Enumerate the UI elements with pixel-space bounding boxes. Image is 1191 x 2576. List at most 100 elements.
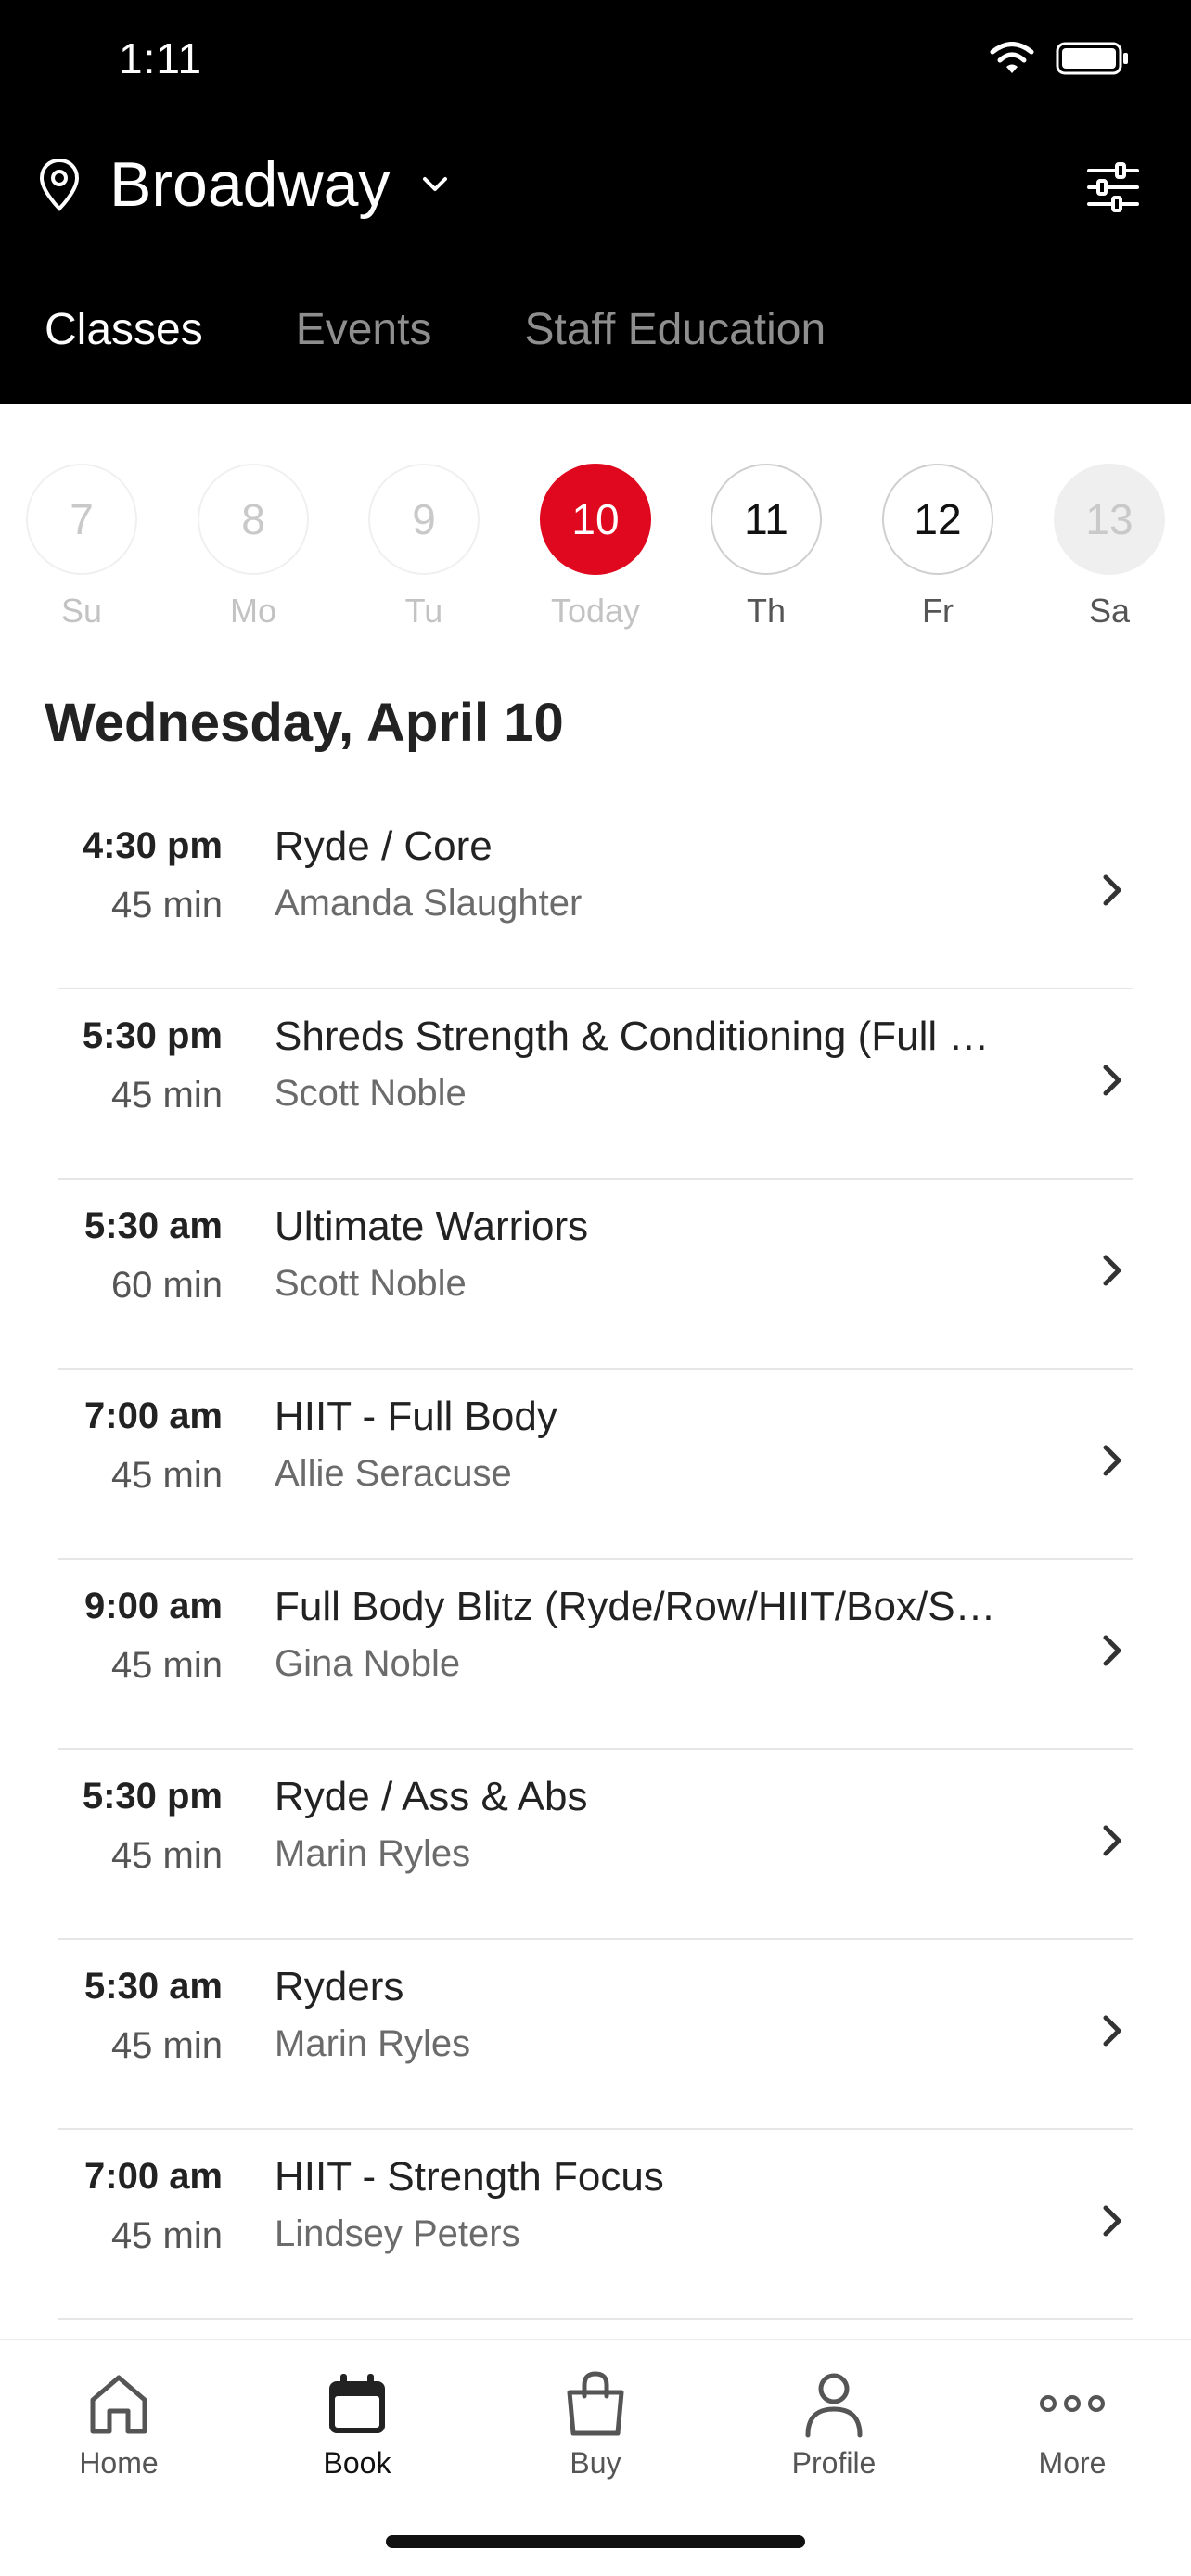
class-time: 5:30 am [84, 1966, 223, 2007]
class-row[interactable]: 5:30 pm 45 min Ryde / Ass & Abs Marin Ry… [0, 1750, 1191, 1940]
day-number: 10 [540, 464, 651, 575]
nav-more[interactable]: More [980, 2366, 1165, 2480]
shopping-bag-icon [567, 2371, 624, 2436]
home-icon [90, 2375, 147, 2434]
class-name: Shreds Strength & Conditioning (Full … [275, 1014, 990, 1059]
more-dots-icon [1040, 2395, 1105, 2412]
class-time: 7:00 am [84, 1396, 223, 1436]
nav-buy[interactable]: Buy [503, 2366, 688, 2480]
nav-home[interactable]: Home [26, 2366, 211, 2480]
class-name: Ryde / Ass & Abs [275, 1774, 588, 1819]
class-row[interactable]: 5:30 pm 45 min Shreds Strength & Conditi… [0, 989, 1191, 1180]
class-name: Full Body Blitz (Ryde/Row/HIIT/Box/S… [275, 1584, 996, 1629]
class-name: HIIT - Strength Focus [275, 2154, 664, 2200]
class-list: 4:30 pm 45 min Ryde / Core Amanda Slaugh… [0, 799, 1191, 2320]
class-time: 5:30 am [84, 1205, 223, 1246]
nav-label: Buy [570, 2446, 621, 2480]
class-time: 9:00 am [84, 1586, 223, 1626]
day-label: Today [550, 592, 641, 630]
nav-label: More [1038, 2446, 1107, 2480]
day-number: 7 [26, 464, 137, 575]
chevron-right-icon [1103, 1255, 1121, 1286]
class-row[interactable]: 7:00 am 45 min HIIT - Full Body Allie Se… [0, 1370, 1191, 1560]
nav-book[interactable]: Book [264, 2366, 450, 2480]
class-instructor: Amanda Slaughter [275, 883, 583, 924]
nav-label: Home [79, 2446, 159, 2480]
battery-icon [1056, 42, 1128, 75]
class-duration: 45 min [110, 2215, 223, 2256]
filter-sliders-icon[interactable] [1085, 159, 1141, 215]
home-indicator [386, 2535, 805, 2548]
chevron-right-icon [1103, 1445, 1121, 1476]
class-time: 5:30 pm [82, 1015, 223, 1056]
class-row[interactable]: 5:30 am 45 min Ryders Marin Ryles [0, 1940, 1191, 2130]
class-row[interactable]: 7:00 am 45 min HIIT - Strength Focus Lin… [0, 2130, 1191, 2320]
class-instructor: Scott Noble [275, 1263, 467, 1304]
day-friday[interactable]: 12 Fr [881, 464, 994, 631]
class-row[interactable]: 5:30 am 60 min Ultimate Warriors Scott N… [0, 1180, 1191, 1370]
class-duration: 45 min [110, 1645, 223, 1686]
location-name: Broadway [109, 149, 391, 220]
tab-bar: Classes Events Staff Education [45, 304, 826, 355]
day-thursday[interactable]: 11 Th [710, 464, 823, 631]
day-saturday[interactable]: 13 Sa [1053, 464, 1166, 631]
chevron-right-icon [1103, 1635, 1121, 1666]
class-instructor: Scott Noble [275, 1073, 467, 1114]
person-icon [805, 2373, 863, 2438]
wifi-icon [990, 42, 1034, 73]
class-duration: 60 min [110, 1265, 223, 1306]
day-sunday[interactable]: 7 Su [25, 464, 138, 631]
tab-classes[interactable]: Classes [45, 304, 203, 355]
day-number: 12 [882, 464, 993, 575]
day-label: Tu [404, 592, 443, 630]
nav-profile[interactable]: Profile [741, 2366, 927, 2480]
class-time: 5:30 pm [82, 1776, 223, 1817]
top-header: 1:11 Broadway Classes Events Staff Educa… [0, 0, 1191, 404]
day-label: Fr [922, 592, 954, 630]
week-strip: 7 Su 8 Mo 9 Tu 10 Today 11 Th 12 Fr 13 S… [0, 464, 1191, 631]
class-instructor: Marin Ryles [275, 2023, 471, 2064]
class-duration: 45 min [110, 1455, 223, 1496]
class-duration: 45 min [110, 1835, 223, 1876]
day-number: 8 [198, 464, 309, 575]
class-instructor: Gina Noble [275, 1643, 461, 1684]
class-row[interactable]: 4:30 pm 45 min Ryde / Core Amanda Slaugh… [0, 799, 1191, 989]
chevron-right-icon [1103, 874, 1121, 906]
class-time: 4:30 pm [82, 825, 223, 866]
day-label: Su [60, 592, 103, 630]
class-instructor: Marin Ryles [275, 1833, 471, 1874]
day-monday[interactable]: 8 Mo [197, 464, 310, 631]
class-name: Ultimate Warriors [275, 1204, 589, 1249]
class-duration: 45 min [110, 2025, 223, 2066]
map-pin-icon [39, 158, 80, 211]
class-instructor: Lindsey Peters [275, 2213, 520, 2254]
status-time: 1:11 [119, 34, 203, 83]
date-heading: Wednesday, April 10 [45, 693, 564, 753]
class-instructor: Allie Seracuse [275, 1453, 512, 1494]
day-tuesday[interactable]: 9 Tu [367, 464, 480, 631]
class-name: HIIT - Full Body [275, 1394, 557, 1439]
calendar-icon [329, 2374, 385, 2433]
class-duration: 45 min [110, 885, 223, 925]
tab-events[interactable]: Events [296, 304, 432, 355]
status-icons [989, 41, 1130, 76]
class-row[interactable]: 9:00 am 45 min Full Body Blitz (Ryde/Row… [0, 1560, 1191, 1750]
day-number: 13 [1054, 464, 1165, 575]
tab-staff-education[interactable]: Staff Education [524, 304, 826, 355]
day-number: 9 [368, 464, 480, 575]
day-today[interactable]: 10 Today [539, 464, 652, 631]
class-time: 7:00 am [84, 2156, 223, 2197]
nav-label: Book [323, 2446, 391, 2480]
class-name: Ryders [275, 1964, 404, 2009]
day-number: 11 [711, 464, 822, 575]
nav-label: Profile [791, 2446, 877, 2480]
chevron-right-icon [1103, 2205, 1121, 2237]
day-label: Th [746, 592, 786, 630]
day-label: Sa [1088, 592, 1131, 630]
chevron-right-icon [1103, 1825, 1121, 1856]
class-duration: 45 min [110, 1075, 223, 1116]
chevron-right-icon [1103, 1065, 1121, 1096]
day-label: Mo [229, 592, 276, 630]
location-selector[interactable]: Broadway [37, 148, 449, 221]
class-name: Ryde / Core [275, 823, 493, 869]
